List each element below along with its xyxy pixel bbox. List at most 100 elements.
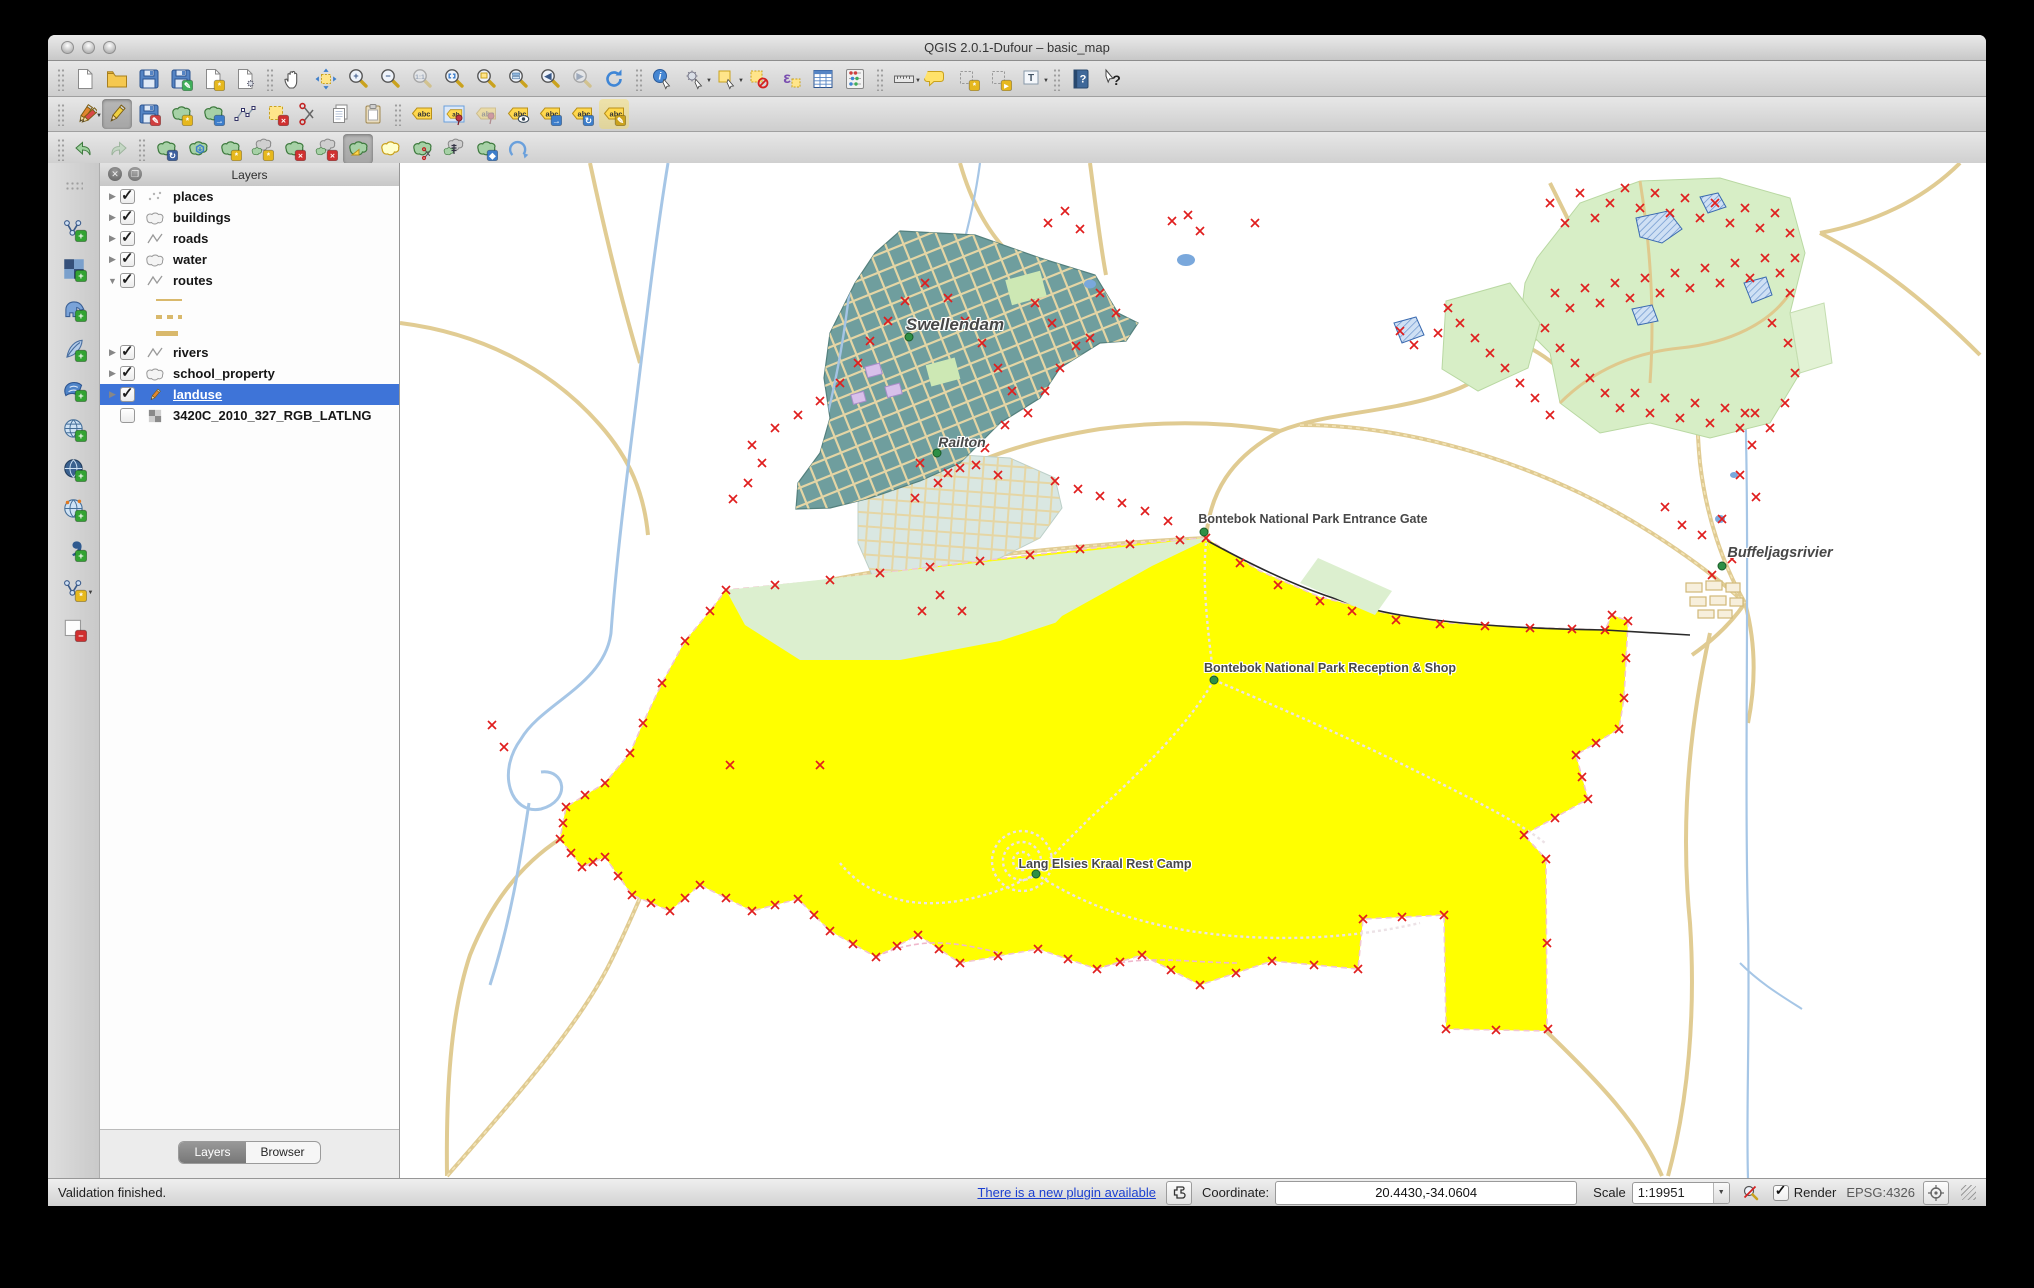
new-print-composer-button[interactable]: * (198, 64, 228, 94)
cut-features-button[interactable] (294, 99, 324, 129)
identify-features-button[interactable]: i (648, 64, 678, 94)
add-wcs-layer-button[interactable]: + (56, 452, 92, 486)
highlight-pinned-labels-button[interactable]: abc (471, 99, 501, 129)
delete-selected-button[interactable]: × (262, 99, 292, 129)
add-ring-button[interactable]: * (215, 134, 245, 164)
layer-row-school_property[interactable]: ▶ school_property (100, 363, 399, 384)
layer-visibility-checkbox[interactable] (120, 363, 135, 381)
panel-close-icon[interactable]: ✕ (108, 167, 122, 181)
layer-visibility-checkbox[interactable] (120, 207, 135, 225)
copy-features-button[interactable] (326, 99, 356, 129)
open-attribute-table-button[interactable] (808, 64, 838, 94)
zoom-to-selection-button[interactable] (471, 64, 501, 94)
pin-labels-button[interactable]: ab (439, 99, 469, 129)
move-feature-button[interactable]: → (198, 99, 228, 129)
expand-icon[interactable]: ▶ (105, 389, 120, 400)
composer-manager-button[interactable] (230, 64, 260, 94)
map-refresh-button[interactable] (599, 64, 629, 94)
map-canvas[interactable]: Swellendam Railton Bontebok National Park … (400, 163, 1986, 1178)
layer-visibility-checkbox[interactable] (120, 408, 135, 423)
select-features-button[interactable]: ▼ (712, 64, 744, 94)
new-shapefile-layer-button[interactable]: * ▼ (56, 572, 94, 606)
reshape-features-button[interactable] (343, 134, 373, 164)
node-tool-button[interactable] (230, 99, 260, 129)
add-raster-layer-button[interactable]: + (56, 252, 92, 286)
pan-map-button[interactable] (279, 64, 309, 94)
labeling-button[interactable]: abc (407, 99, 437, 129)
close-window-button[interactable] (61, 41, 74, 54)
zoom-out-button[interactable]: − (375, 64, 405, 94)
layer-visibility-checkbox[interactable] (120, 270, 135, 288)
expand-icon[interactable]: ▶ (105, 368, 120, 379)
expand-icon[interactable]: ▶ (105, 233, 120, 244)
help-contents-button[interactable]: ? (1066, 64, 1096, 94)
toggle-editing-button[interactable] (102, 99, 132, 129)
add-vector-layer-button[interactable]: + (56, 212, 92, 246)
expand-icon[interactable]: ▶ (105, 212, 120, 223)
zoom-next-button[interactable]: ▶ (567, 64, 597, 94)
panel-float-icon[interactable]: ❐ (128, 167, 142, 181)
offset-curve-button[interactable] (375, 134, 405, 164)
zoom-last-button[interactable]: ◀ (535, 64, 565, 94)
layer-row-water[interactable]: ▶ water (100, 249, 399, 270)
layer-row-places[interactable]: ▶ places (100, 186, 399, 207)
fill-ring-button[interactable]: ◆ (471, 134, 501, 164)
run-feature-action-button[interactable]: ▼ (680, 64, 712, 94)
layer-visibility-checkbox[interactable] (120, 342, 135, 360)
layer-visibility-checkbox[interactable] (120, 228, 135, 246)
rotate-label-button[interactable]: abc ↻ (567, 99, 597, 129)
zoom-window-button[interactable] (103, 41, 116, 54)
zoom-to-layer-button[interactable] (503, 64, 533, 94)
expand-icon[interactable]: ▶ (105, 347, 120, 358)
scale-combo[interactable]: 1:19951 ▼ (1631, 1181, 1730, 1204)
map-tips-button[interactable] (921, 64, 951, 94)
undo-button[interactable] (70, 134, 100, 164)
delete-part-button[interactable]: × (311, 134, 341, 164)
layer-visibility-checkbox[interactable] (120, 186, 135, 204)
render-checkbox[interactable] (1772, 1182, 1789, 1201)
add-part-button[interactable]: * (247, 134, 277, 164)
pan-map-to-selection-button[interactable] (311, 64, 341, 94)
layer-row-rivers[interactable]: ▶ rivers (100, 342, 399, 363)
merge-features-button[interactable] (439, 134, 469, 164)
add-wfs-layer-button[interactable]: + (56, 492, 92, 526)
whats-this-button[interactable]: ? (1098, 64, 1128, 94)
add-mssql-layer-button[interactable]: + (56, 372, 92, 406)
stop-render-icon[interactable] (1739, 1182, 1763, 1204)
plugin-icon[interactable] (1165, 1180, 1192, 1205)
remove-layer-button[interactable]: − (56, 612, 92, 646)
add-feature-button[interactable]: * (166, 99, 196, 129)
add-wms-layer-button[interactable]: + (56, 412, 92, 446)
add-postgis-layer-button[interactable]: + (56, 292, 92, 326)
tab-browser[interactable]: Browser (246, 1142, 320, 1163)
save-project-as-button[interactable]: ✎ (166, 64, 196, 94)
crs-icon[interactable] (1923, 1180, 1949, 1205)
toolbar-drag-handle[interactable] (64, 181, 83, 191)
rotate-point-symbols-button[interactable] (503, 134, 533, 164)
save-layer-edits-button[interactable]: ✎ (134, 99, 164, 129)
new-bookmark-button[interactable]: * (953, 64, 983, 94)
delete-ring-button[interactable]: × (279, 134, 309, 164)
paste-features-button[interactable] (358, 99, 388, 129)
move-label-button[interactable]: abc → (535, 99, 565, 129)
split-features-button[interactable] (407, 134, 437, 164)
new-project-button[interactable] (70, 64, 100, 94)
expand-icon[interactable]: ▶ (105, 191, 120, 202)
measure-button[interactable]: ▼ (889, 64, 921, 94)
coordinate-input[interactable] (1275, 1180, 1578, 1205)
minimize-window-button[interactable] (82, 41, 95, 54)
open-project-button[interactable] (102, 64, 132, 94)
deselect-features-button[interactable] (744, 64, 774, 94)
add-oracle-layer-button[interactable]: + (56, 532, 92, 566)
simplify-feature-button[interactable] (183, 134, 213, 164)
layer-row-3420C_2010_327_RGB_LATLNG[interactable]: 3420C_2010_327_RGB_LATLNG (100, 405, 399, 426)
resize-grip[interactable] (1961, 1185, 1976, 1200)
show-hide-labels-button[interactable]: abc (503, 99, 533, 129)
zoom-full-button[interactable] (439, 64, 469, 94)
zoom-in-button[interactable]: + (343, 64, 373, 94)
redo-button[interactable] (102, 134, 132, 164)
text-annotation-button[interactable]: T ▼ (1017, 64, 1049, 94)
tab-layers[interactable]: Layers (179, 1142, 246, 1163)
layer-row-roads[interactable]: ▶ roads (100, 228, 399, 249)
add-spatialite-layer-button[interactable]: + (56, 332, 92, 366)
